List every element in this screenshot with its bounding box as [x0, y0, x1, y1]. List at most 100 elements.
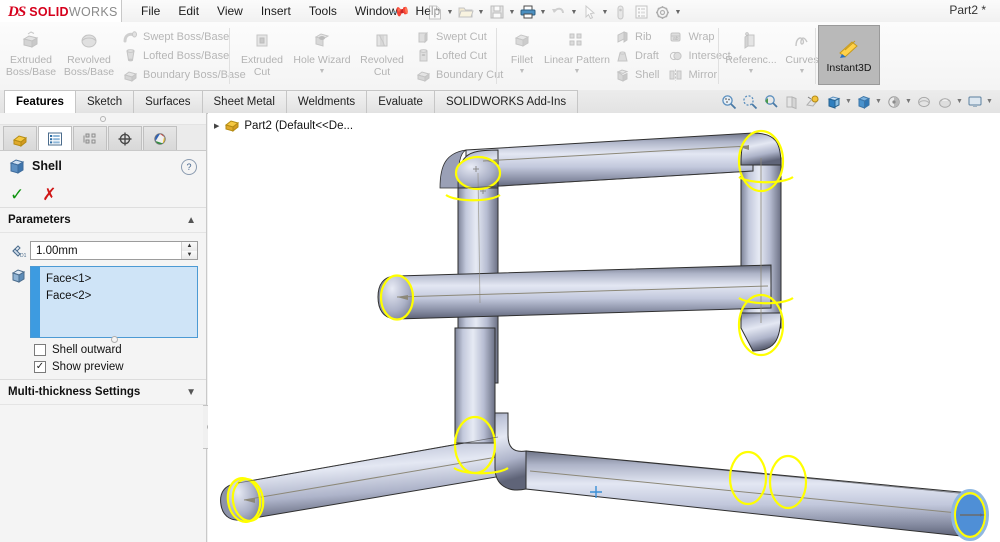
viewport-icon[interactable] [964, 91, 985, 112]
open-document-icon[interactable] [455, 3, 476, 22]
listbox-resize-grip[interactable] [111, 336, 118, 343]
options-dropdown-icon[interactable]: ▼ [673, 3, 683, 22]
zoom-to-area-icon[interactable] [739, 91, 760, 112]
rib-button[interactable]: Rib [612, 27, 659, 46]
menu-item-insert[interactable]: Insert [252, 2, 300, 20]
fillet-dropdown-icon[interactable]: ▼ [519, 68, 526, 75]
save-icon[interactable] [486, 3, 507, 22]
undo-icon[interactable] [548, 3, 569, 22]
select-cursor-icon[interactable] [579, 3, 600, 22]
print-icon[interactable] [517, 3, 538, 22]
revolved-boss-base-button[interactable]: Revolved Boss/Base [60, 25, 118, 78]
chevron-up-icon[interactable]: ▲ [186, 215, 196, 226]
tab-surfaces[interactable]: Surfaces [133, 90, 203, 113]
panel-grip-handle[interactable] [0, 113, 206, 125]
list-item[interactable]: Face<2> [46, 288, 91, 305]
quick-access-toolbar: ▼ ▼ ▼ ▼ ▼ ▼ ▼ [424, 2, 683, 22]
boundary-cut-button[interactable]: Boundary Cut [413, 65, 503, 84]
shell-outward-row[interactable]: Shell outward [34, 344, 198, 356]
dimxpert-manager-tab[interactable] [108, 126, 142, 150]
boundary-boss-base-button[interactable]: Boundary Boss/Base [120, 65, 246, 84]
display-manager-tab[interactable] [143, 126, 177, 150]
zoom-to-fit-icon[interactable] [718, 91, 739, 112]
hole-wizard-dropdown-icon[interactable]: ▼ [319, 68, 326, 75]
intersect-button[interactable]: Intersect [665, 46, 731, 65]
linear-pattern-dropdown-icon[interactable]: ▼ [574, 68, 581, 75]
menu-item-tools[interactable]: Tools [300, 2, 346, 20]
swept-cut-button[interactable]: Swept Cut [413, 27, 503, 46]
wrap-button[interactable]: ab Wrap [665, 27, 730, 46]
viewport-dropdown-icon[interactable]: ▼ [985, 91, 994, 112]
lofted-boss-base-button[interactable]: Lofted Boss/Base [120, 46, 246, 65]
apply-scene-icon[interactable] [913, 91, 934, 112]
reference-geometry-dropdown-icon[interactable]: ▼ [748, 68, 755, 75]
graphics-area[interactable]: ▶ Part2 (Default<<De... [208, 113, 1000, 542]
linear-pattern-button[interactable]: Linear Pattern ▼ [544, 25, 610, 75]
reference-geometry-button[interactable]: Referenc... ▼ [722, 25, 780, 75]
display-style-dropdown-icon[interactable]: ▼ [844, 91, 853, 112]
tab-sheet-metal[interactable]: Sheet Metal [201, 90, 287, 113]
grip-dot-icon [100, 115, 106, 122]
rebuild-icon[interactable] [610, 3, 631, 22]
multi-thickness-section-header[interactable]: Multi-thickness Settings ▼ [0, 379, 206, 405]
thickness-stepper[interactable]: ▲ ▼ [181, 242, 197, 259]
list-item[interactable]: Face<1> [46, 271, 91, 288]
cancel-button[interactable]: ✗ [42, 186, 56, 203]
stepper-up-icon[interactable]: ▲ [182, 242, 197, 251]
undo-dropdown-icon[interactable]: ▼ [569, 3, 579, 22]
section-view-icon[interactable] [781, 91, 802, 112]
fillet-button[interactable]: Fillet ▼ [500, 25, 544, 75]
help-question-icon[interactable]: ? [181, 159, 197, 175]
faces-to-remove-listbox[interactable]: Face<1> Face<2> [30, 266, 198, 343]
previous-view-icon[interactable] [760, 91, 781, 112]
tab-solidworks-add-ins[interactable]: SOLIDWORKS Add-Ins [433, 90, 579, 113]
draft-button[interactable]: Draft [612, 46, 659, 65]
menu-item-edit[interactable]: Edit [169, 2, 208, 20]
view-settings-dropdown-icon[interactable]: ▼ [955, 91, 964, 112]
stepper-down-icon[interactable]: ▼ [182, 250, 197, 259]
print-dropdown-icon[interactable]: ▼ [538, 3, 548, 22]
edit-appearance-icon[interactable] [883, 91, 904, 112]
shell-outward-checkbox[interactable] [34, 344, 46, 356]
open-document-dropdown-icon[interactable]: ▼ [476, 3, 486, 22]
new-document-icon[interactable] [424, 3, 445, 22]
mirror-button[interactable]: Mirror [665, 65, 730, 84]
tab-weldments[interactable]: Weldments [285, 90, 368, 113]
hide-show-items-dropdown-icon[interactable]: ▼ [874, 91, 883, 112]
menu-item-view[interactable]: View [208, 2, 252, 20]
hole-wizard-button[interactable]: Hole Wizard ▼ [291, 25, 353, 75]
select-dropdown-icon[interactable]: ▼ [600, 3, 610, 22]
curves-dropdown-icon[interactable]: ▼ [799, 68, 806, 75]
show-preview-checkbox[interactable]: ✓ [34, 361, 46, 373]
shell-button[interactable]: Shell [612, 65, 659, 84]
configuration-manager-tab[interactable] [73, 126, 107, 150]
save-dropdown-icon[interactable]: ▼ [507, 3, 517, 22]
tab-sketch[interactable]: Sketch [74, 90, 135, 113]
tab-evaluate[interactable]: Evaluate [366, 90, 435, 113]
hide-show-items-icon[interactable] [853, 91, 874, 112]
display-style-icon[interactable] [823, 91, 844, 112]
extruded-cut-button[interactable]: Extruded Cut [233, 25, 291, 78]
view-orientation-icon[interactable] [802, 91, 823, 112]
chevron-down-icon[interactable]: ▼ [186, 387, 196, 398]
edit-appearance-dropdown-icon[interactable]: ▼ [904, 91, 913, 112]
show-preview-row[interactable]: ✓ Show preview [34, 361, 198, 373]
new-document-dropdown-icon[interactable]: ▼ [445, 3, 455, 22]
feature-manager-tab[interactable] [3, 126, 37, 150]
tab-features[interactable]: Features [4, 90, 76, 113]
options-gear-icon[interactable] [652, 3, 673, 22]
revolved-cut-button[interactable]: Revolved Cut [353, 25, 411, 78]
swept-boss-base-button[interactable]: Swept Boss/Base [120, 27, 246, 46]
instant3d-button[interactable]: Instant3D [818, 25, 880, 85]
file-properties-icon[interactable] [631, 3, 652, 22]
extruded-boss-base-button[interactable]: Extruded Boss/Base [2, 25, 60, 78]
menu-item-file[interactable]: File [132, 2, 169, 20]
property-manager-tab[interactable] [38, 126, 72, 150]
lofted-cut-button[interactable]: Lofted Cut [413, 46, 503, 65]
thickness-input[interactable]: 1.00mm ▲ ▼ [30, 241, 198, 260]
accept-button[interactable]: ✓ [10, 186, 24, 203]
view-settings-icon[interactable] [934, 91, 955, 112]
curves-icon [791, 29, 813, 53]
parameters-section-header[interactable]: Parameters ▲ [0, 208, 206, 233]
model-3d-view[interactable] [208, 113, 1000, 542]
